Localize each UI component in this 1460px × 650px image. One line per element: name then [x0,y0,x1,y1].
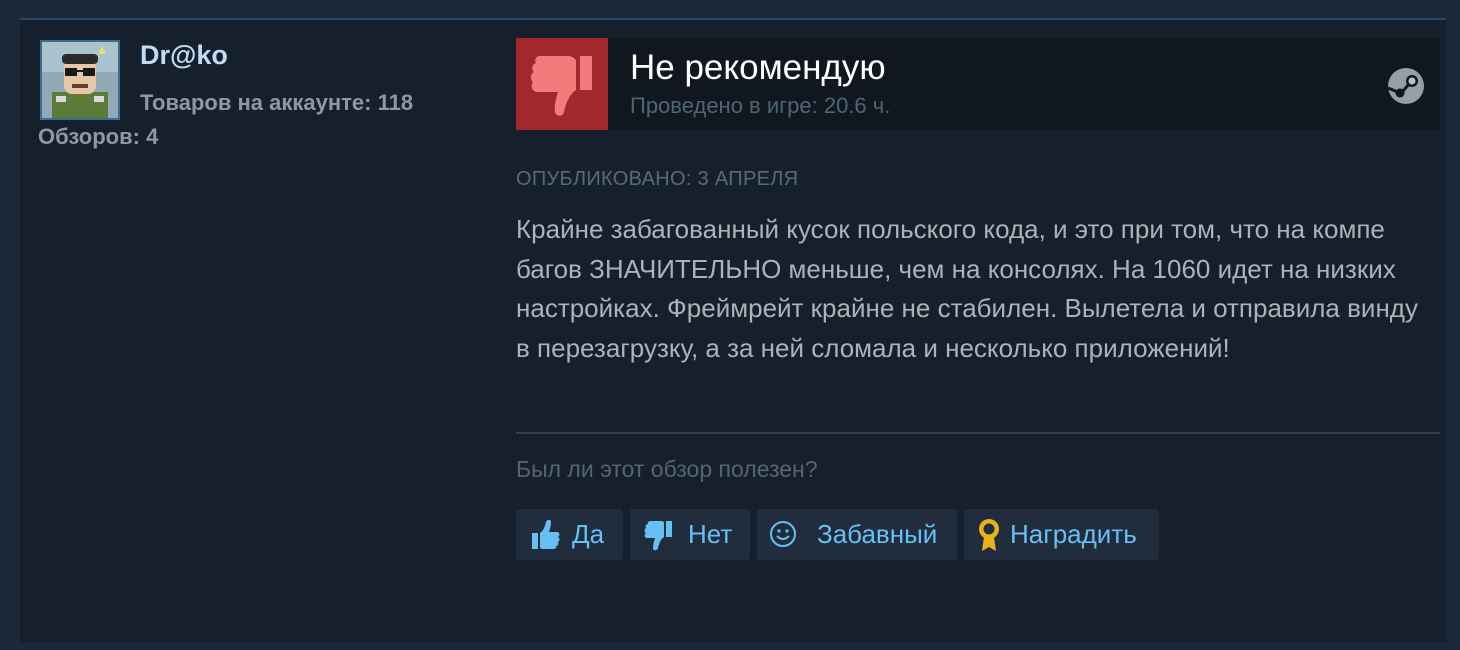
page: Dr@ko Товаров на аккаунте: 118 Обзоров: … [0,0,1460,650]
vote-funny-label: Забавный [817,519,938,549]
author-name[interactable]: Dr@ko [140,40,228,71]
vote-no-button[interactable]: Нет [630,509,750,560]
vote-yes-label: Да [572,519,605,549]
author-avatar[interactable] [40,40,120,120]
posted-date: ОПУБЛИКОВАНО: 3 АПРЕЛЯ [516,168,799,190]
hours-played: Проведено в игре: 20.6 ч. [630,93,891,118]
avatar-portrait-icon [42,42,118,118]
helpful-question: Был ли этот обзор полезен? [516,456,818,482]
reviews-count[interactable]: Обзоров: 4 [38,124,158,150]
steam-icon [1387,68,1424,104]
vote-yes-button[interactable]: Да [516,509,623,560]
thumbs-down-badge [516,38,608,130]
smiley-icon [770,521,796,547]
verdict-title[interactable]: Не рекомендую [630,48,886,88]
review-body: Крайне забагованный кусок польского кода… [516,214,1418,363]
award-button[interactable]: Наградить [964,509,1159,560]
award-medal-icon [979,519,999,551]
thumbs-down-icon [530,56,592,116]
review-card: Dr@ko Товаров на аккаунте: 118 Обзоров: … [20,18,1446,642]
divider [516,432,1440,434]
thumbs-up-icon [532,519,560,549]
vote-header: Не рекомендую Проведено в игре: 20.6 ч. [516,38,1440,130]
thumbs-down-small-icon [644,521,672,551]
vote-funny-button[interactable]: Забавный [757,509,957,560]
vote-no-label: Нет [688,519,733,549]
games-owned[interactable]: Товаров на аккаунте: 118 [140,90,413,116]
award-label: Наградить [1010,519,1137,549]
